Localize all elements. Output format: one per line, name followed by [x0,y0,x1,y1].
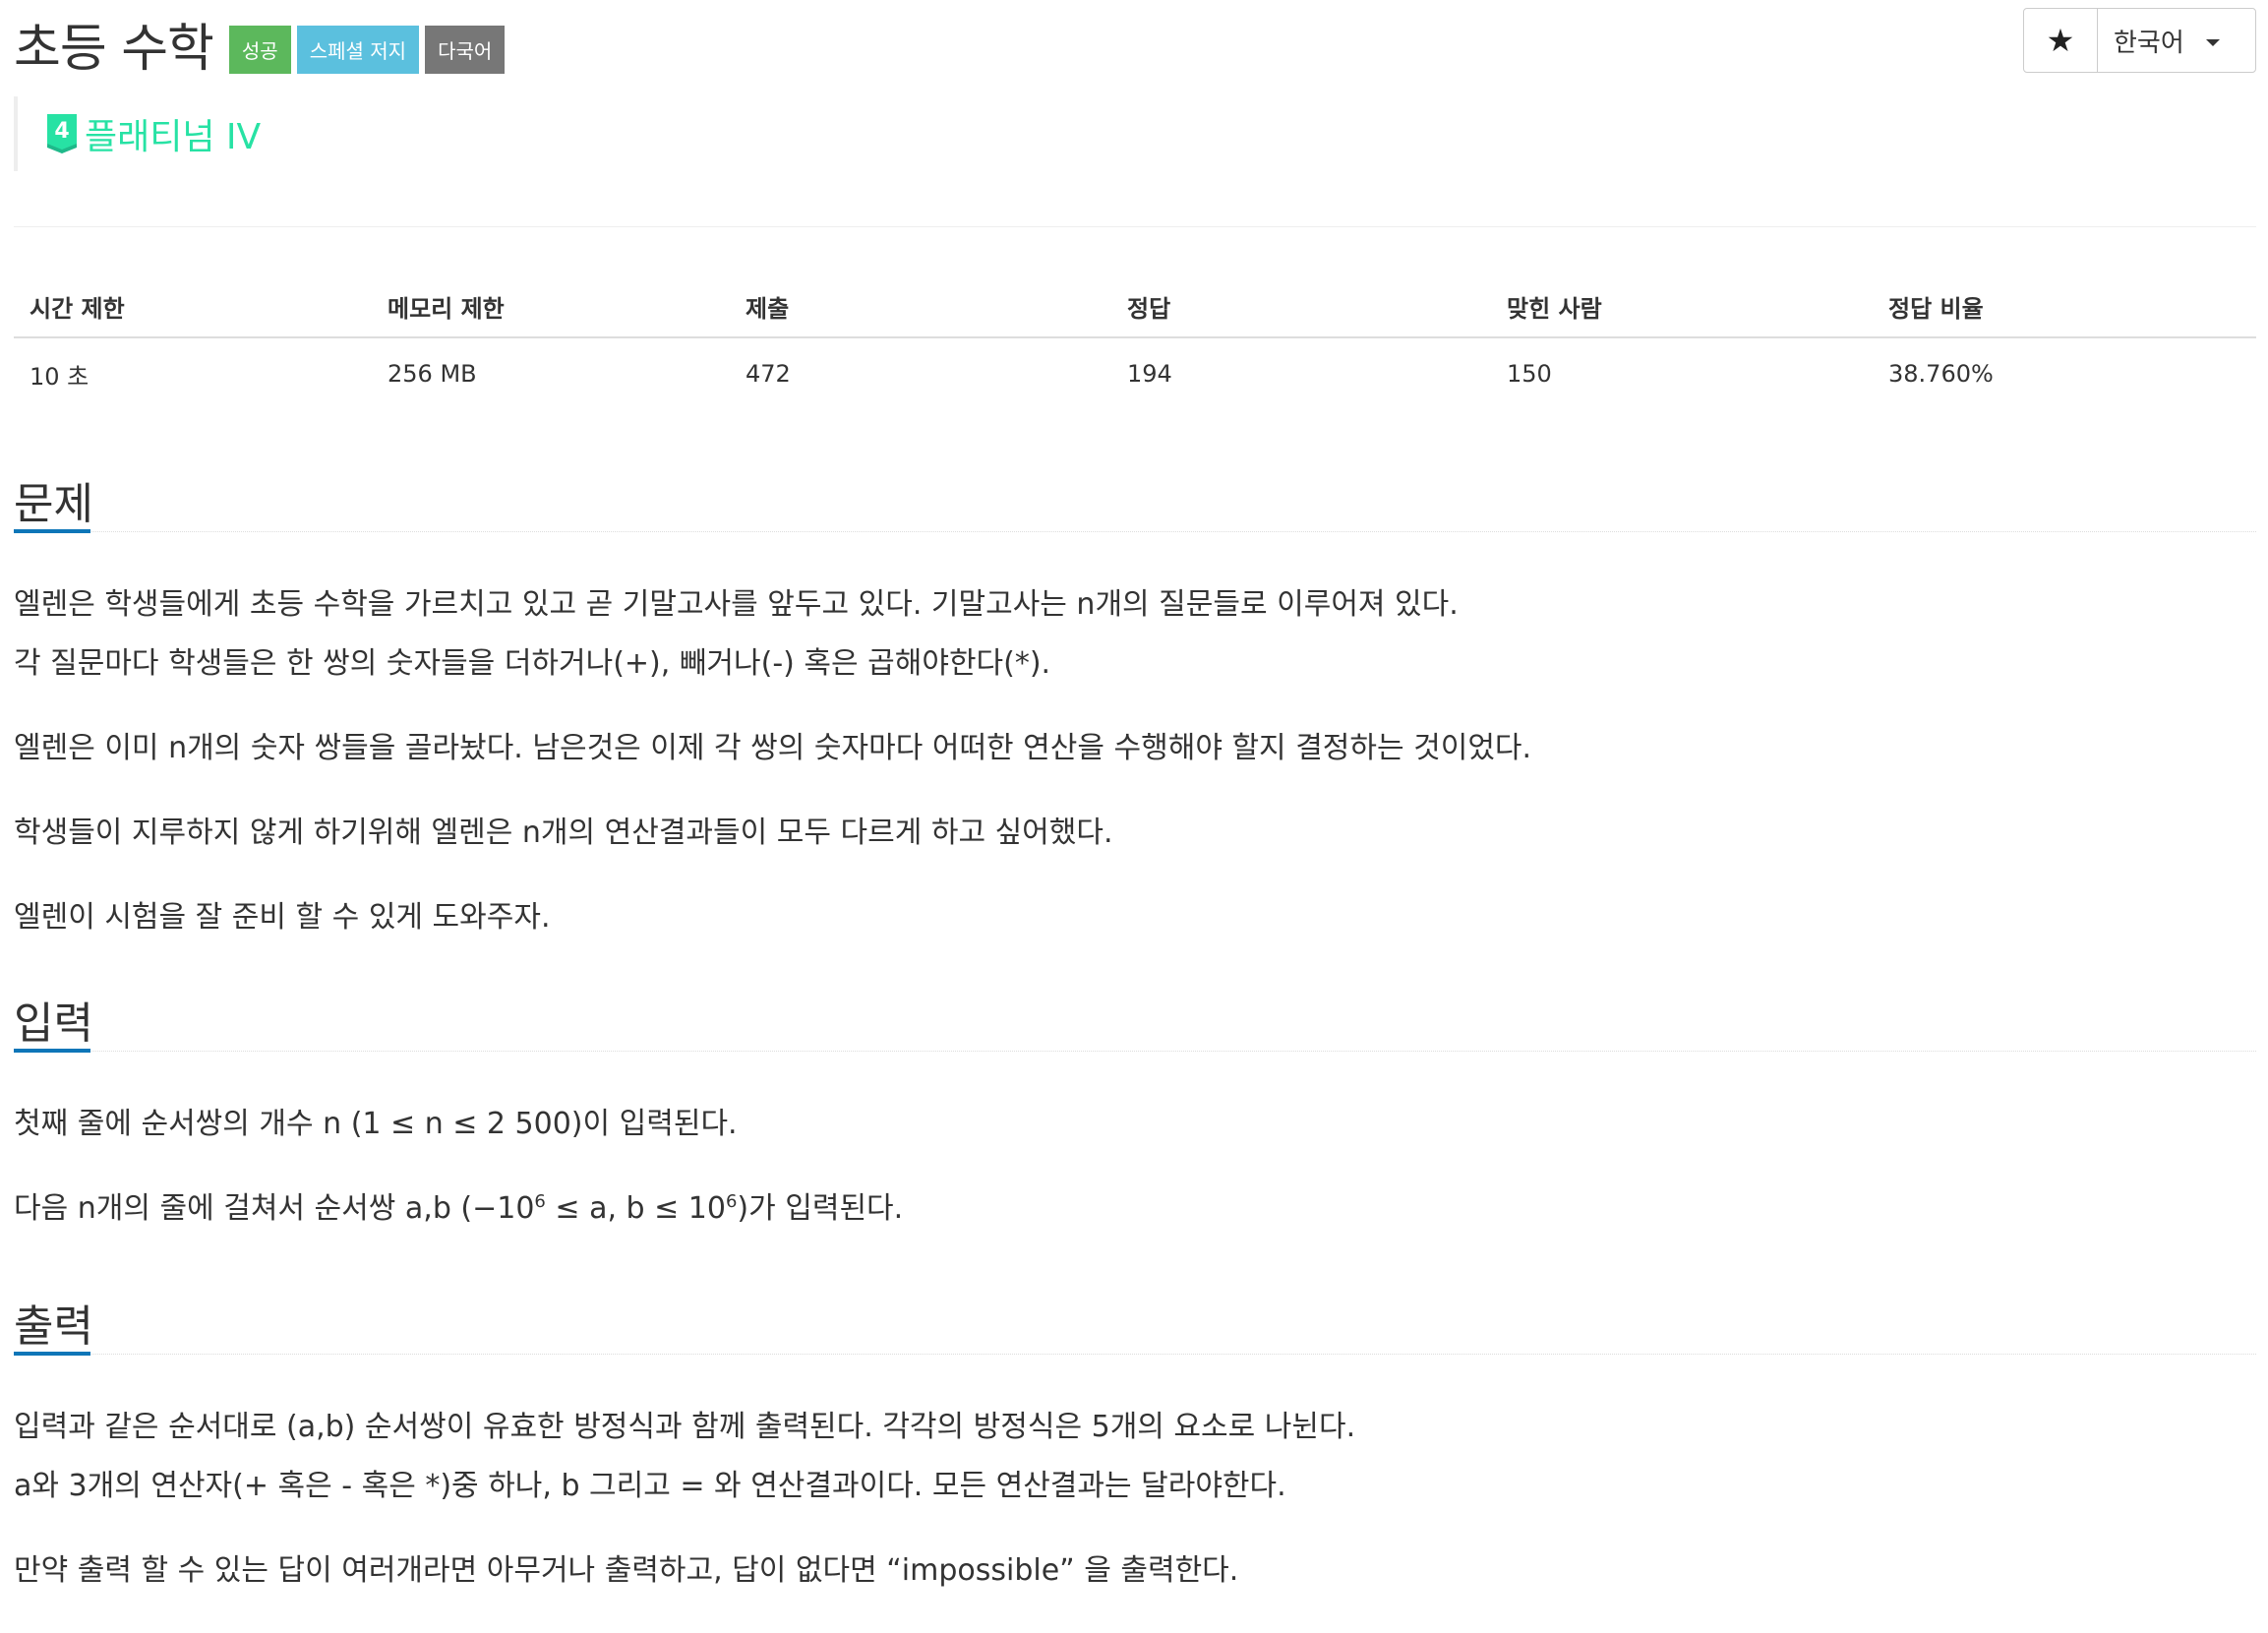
section-title-input: 입력 [14,998,93,1049]
text-line: 각 질문마다 학생들은 한 쌍의 숫자들을 더하거나(+), 빼거나(-) 혹은… [14,646,1051,681]
superscript: 6 [725,1191,738,1212]
table-header-row: 시간 제한 메모리 제한 제출 정답 맞힌 사람 정답 비율 [14,275,2256,338]
language-label: 한국어 [2114,28,2184,58]
paragraph: 만약 출력 할 수 있는 답이 여러개라면 아무거나 출력하고, 답이 없다면 … [14,1553,1239,1588]
text-segment: ≤ a, b ≤ 10 [545,1191,726,1226]
text-line: 입력과 같은 순서대로 (a,b) 순서쌍이 유효한 방정식과 함께 출력된다.… [14,1410,1356,1444]
tier-label[interactable]: 플래티넘 IV [85,108,261,159]
star-icon: ★ [2046,22,2075,59]
header-time-limit: 시간 제한 [30,294,125,323]
output-description: 입력과 같은 순서대로 (a,b) 순서쌍이 유효한 방정식과 함께 출력된다.… [14,1355,2256,1601]
output-section: 출력 입력과 같은 순서대로 (a,b) 순서쌍이 유효한 방정식과 함께 출력… [14,1285,2256,1626]
paragraph: 엘렌이 시험을 잘 준비 할 수 있게 도와주자. [14,900,551,935]
value-accept-ratio: 38.760% [1888,360,1994,388]
header-memory-limit: 메모리 제한 [388,294,505,323]
language-dropdown[interactable]: 한국어 [2098,9,2255,72]
tier-badge-icon: 4 [47,114,77,153]
section-underline [14,529,90,533]
value-submissions[interactable]: 472 [730,360,1111,388]
header-accepted: 정답 [1127,294,1171,323]
section-header: 출력 [14,1285,2256,1356]
tier-info: 4 플래티넘 IV [14,96,261,171]
paragraph: 엘렌은 이미 n개의 숫자 쌍들을 골라놨다. 남은것은 이제 각 쌍의 숫자마… [14,731,1532,765]
section-header: 문제 [14,462,2256,533]
problem-section: 문제 엘렌은 학생들에게 초등 수학을 가르치고 있고 곧 기말고사를 앞두고 … [14,462,2256,973]
page-title: 초등 수학 [14,19,214,79]
value-memory-limit: 256 MB [388,360,477,388]
paragraph: 다음 n개의 줄에 걸쳐서 순서쌍 a,b (−106 ≤ a, b ≤ 106… [14,1179,2256,1239]
section-title-output: 출력 [14,1301,93,1352]
text-line: a와 3개의 연산자(+ 혹은 - 혹은 *)중 하나, b 그리고 = 와 연… [14,1469,1286,1503]
value-time-limit: 10 초 [30,362,90,391]
problem-tools: ★ 한국어 [2023,8,2256,73]
tier-badge-number: 4 [54,119,69,144]
divider [14,226,2256,227]
section-title-problem: 문제 [14,479,93,529]
problem-info-table: 시간 제한 메모리 제한 제출 정답 맞힌 사람 정답 비율 10 초 256 … [14,275,2256,409]
section-underline [14,1352,90,1356]
value-solved-users[interactable]: 150 [1491,360,1873,388]
superscript: 6 [534,1191,546,1212]
text-segment: )가 입력된다. [737,1191,904,1226]
star-button[interactable]: ★ [2024,9,2098,72]
label-special-judge: 스페셜 저지 [296,25,420,74]
paragraph: 엘렌은 학생들에게 초등 수학을 가르치고 있고 곧 기말고사를 앞두고 있다.… [14,575,2256,694]
label-success: 성공 [228,25,291,74]
paragraph: 입력과 같은 순서대로 (a,b) 순서쌍이 유효한 방정식과 함께 출력된다.… [14,1398,2256,1516]
problem-description: 엘렌은 학생들에게 초등 수학을 가르치고 있고 곧 기말고사를 앞두고 있다.… [14,532,2256,947]
chevron-down-icon [2205,38,2220,46]
value-accepted[interactable]: 194 [1111,360,1491,388]
text-line: 엘렌은 학생들에게 초등 수학을 가르치고 있고 곧 기말고사를 앞두고 있다.… [14,587,1459,622]
header-accept-ratio: 정답 비율 [1888,294,1984,323]
table-row: 10 초 256 MB 472 194 150 38.760% [14,338,2256,409]
section-underline [14,1049,90,1053]
section-header: 입력 [14,982,2256,1053]
text-segment: 다음 n개의 줄에 걸쳐서 순서쌍 a,b (−10 [14,1191,535,1226]
label-multilingual[interactable]: 다국어 [425,25,506,74]
input-section: 입력 첫째 줄에 순서쌍의 개수 n (1 ≤ n ≤ 2 500)이 입력된다… [14,982,2256,1264]
input-description: 첫째 줄에 순서쌍의 개수 n (1 ≤ n ≤ 2 500)이 입력된다. 다… [14,1052,2256,1239]
paragraph: 첫째 줄에 순서쌍의 개수 n (1 ≤ n ≤ 2 500)이 입력된다. [14,1107,738,1141]
header-solved-users: 맞힌 사람 [1507,294,1602,323]
title-row: 초등 수학 성공 스페셜 저지 다국어 [14,8,510,79]
paragraph: 학생들이 지루하지 않게 하기위해 엘렌은 n개의 연산결과들이 모두 다르게 … [14,816,1113,850]
header-submissions: 제출 [746,294,790,323]
